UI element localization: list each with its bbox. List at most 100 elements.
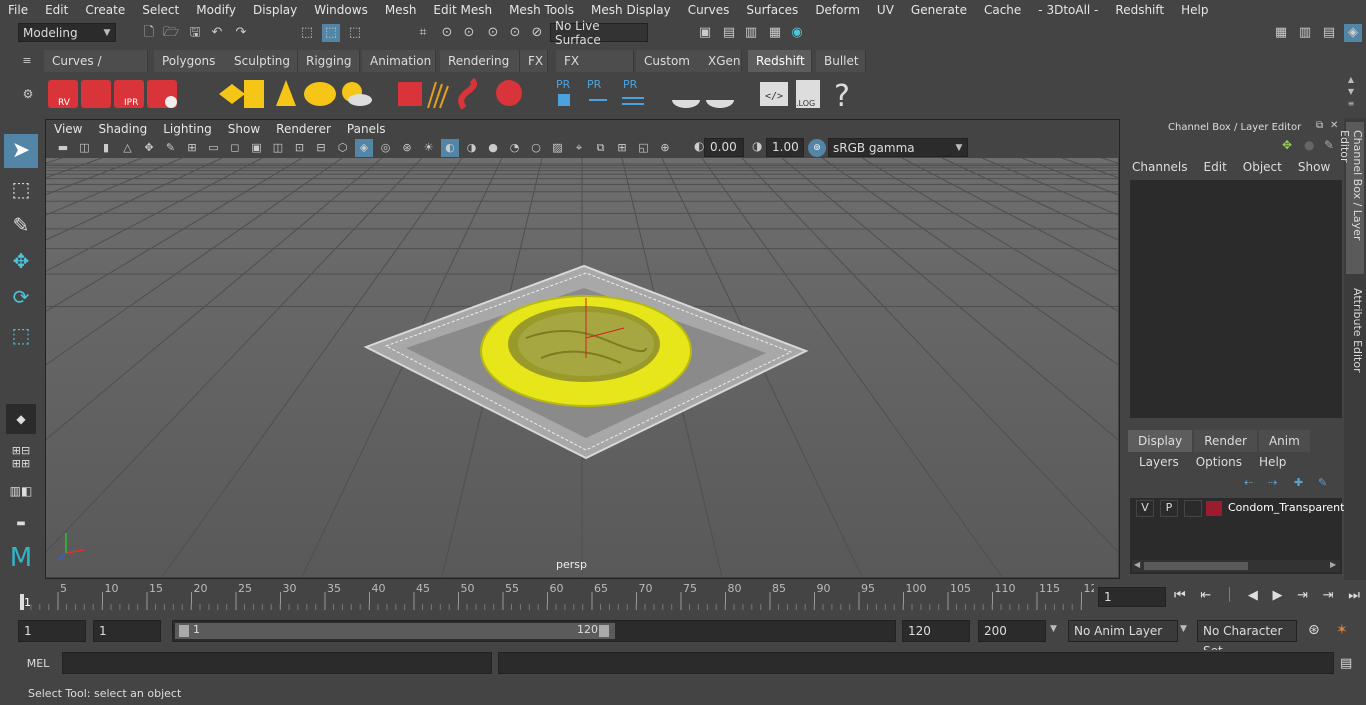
snap-view-icon[interactable]: ⊙ — [484, 24, 502, 42]
bake2-icon[interactable] — [706, 100, 734, 108]
wireframe-icon[interactable]: ⬡ — [334, 139, 352, 157]
shelf-scroll-icon[interactable]: ▲ ▼ ≡ — [1344, 74, 1358, 114]
resolution-gate-icon[interactable]: ◻ — [226, 139, 244, 157]
render-ipr-icon[interactable]: IPR — [114, 80, 144, 108]
menu-edit[interactable]: Edit — [37, 3, 77, 17]
isolate-select-icon[interactable]: ⌖ — [570, 139, 588, 157]
shelf-menu-icon[interactable]: ≡ — [18, 52, 36, 70]
menu-surfaces[interactable]: Surfaces — [738, 3, 807, 17]
menu-select[interactable]: Select — [134, 3, 188, 17]
channel-list[interactable] — [1130, 180, 1342, 418]
render-settings-icon[interactable]: ▦ — [766, 24, 784, 42]
mel-label[interactable]: MEL — [18, 654, 58, 674]
menu-generate[interactable]: Generate — [903, 3, 976, 17]
step-forward-key-icon[interactable]: ⇥ — [1297, 588, 1308, 608]
shelf-tab-rendering[interactable]: Rendering — [440, 50, 520, 72]
viewport-menu-view[interactable]: View — [46, 122, 90, 136]
time-slider[interactable]: 5 10 15 20 25 30 35 40 45 50 55 60 65 70 75 80 85 90 95 100… — [0, 580, 1366, 616]
menu-mesh[interactable]: Mesh — [377, 3, 426, 17]
3d-viewport[interactable]: persp — [0, 157, 1366, 578]
light-spot-icon[interactable] — [276, 80, 296, 106]
save-scene-icon[interactable]: 🖫 — [186, 24, 204, 42]
layer-color-swatch[interactable] — [1206, 501, 1222, 516]
anim-layer-field[interactable]: No Anim Layer — [1068, 620, 1178, 642]
depth-of-field-icon[interactable]: ▨ — [549, 139, 567, 157]
light-area-icon[interactable] — [244, 80, 264, 108]
motion-blur-icon[interactable]: ◔ — [506, 139, 524, 157]
pr-export-icon[interactable]: PR — [587, 78, 607, 101]
sphere-icon[interactable] — [496, 80, 522, 106]
camera-icon[interactable]: ▬ — [54, 139, 72, 157]
layer-scrollbar[interactable]: ◀ ▶ — [1132, 560, 1340, 572]
safe-action-icon[interactable]: ⊡ — [291, 139, 309, 157]
menu-edit-mesh[interactable]: Edit Mesh — [425, 3, 501, 17]
proxy-icon[interactable] — [398, 82, 422, 106]
playback-start-field[interactable]: 1 — [93, 620, 161, 642]
shelf-tab-fx-caching[interactable]: FX Caching — [556, 50, 634, 90]
menu-deform[interactable]: Deform — [807, 3, 869, 17]
shelf-tab-rigging[interactable]: Rigging — [298, 50, 360, 72]
select-hierarchy-icon[interactable]: ⬚ — [298, 24, 316, 42]
backface-icon[interactable]: ◱ — [635, 139, 653, 157]
paint-select-icon[interactable]: ✎ — [4, 208, 38, 242]
anim-prefs-icon[interactable]: ✶ — [1336, 622, 1348, 638]
smooth-shade-icon[interactable]: ◈ — [355, 139, 373, 157]
live-icon[interactable]: ⊘ — [528, 24, 546, 42]
menu-curves[interactable]: Curves — [680, 3, 739, 17]
snap-grid-icon[interactable]: ⌗ — [414, 24, 432, 42]
layer-tab-display[interactable]: Display — [1128, 430, 1193, 452]
render-view-icon[interactable]: ▣ — [696, 24, 714, 42]
shelf-tab-curves-surfaces[interactable]: Curves / Surfaces — [44, 50, 148, 90]
shelf-tab-bullet[interactable]: Bullet — [816, 50, 866, 72]
transform-icon[interactable]: ✥ — [1282, 138, 1292, 152]
channel-menu-edit[interactable]: Edit — [1204, 160, 1227, 176]
snap-surface-icon[interactable]: ⊙ — [506, 24, 524, 42]
gate-mask-icon[interactable]: ▣ — [248, 139, 266, 157]
select-object-icon[interactable]: ⬚ — [322, 24, 340, 42]
mel-input[interactable] — [62, 652, 492, 674]
gamma-icon[interactable]: ◑ — [752, 139, 762, 153]
color-management-icon[interactable]: ⊚ — [808, 139, 826, 157]
layer-menu-options[interactable]: Options — [1196, 455, 1242, 469]
shelf-tab-xgen[interactable]: XGen — [700, 50, 742, 72]
circle-icon[interactable]: ● — [1304, 138, 1314, 152]
safe-title-icon[interactable]: ⊟ — [312, 139, 330, 157]
workspace-icon[interactable]: ▦ — [1272, 24, 1290, 42]
shelf-tab-sculpting[interactable]: Sculpting — [226, 50, 298, 72]
menu-modify[interactable]: Modify — [188, 3, 245, 17]
persp-graph-icon[interactable]: ▥◧ — [6, 484, 36, 510]
shelf-tab-polygons[interactable]: Polygons — [154, 50, 228, 72]
viewport-menu-panels[interactable]: Panels — [339, 122, 394, 136]
menu-mesh-display[interactable]: Mesh Display — [583, 3, 680, 17]
new-layer-icon[interactable]: ✚ — [1294, 476, 1303, 489]
step-back-frame-icon[interactable]: ⏐ — [1226, 588, 1233, 608]
menu-create[interactable]: Create — [77, 3, 134, 17]
undo-icon[interactable]: ↶ — [208, 24, 226, 42]
menu-help[interactable]: Help — [1173, 3, 1217, 17]
sun-sky-icon[interactable] — [342, 82, 372, 106]
float-icon[interactable]: ⧉ — [1316, 120, 1323, 131]
film-gate-icon[interactable]: ▭ — [205, 139, 223, 157]
playback-end-field[interactable]: 120 — [902, 620, 970, 642]
ambient-occlusion-icon[interactable]: ● — [484, 139, 502, 157]
script-icon[interactable]: </> — [760, 82, 788, 106]
menu-uv[interactable]: UV — [869, 3, 903, 17]
shelf-tab-fx[interactable]: FX — [520, 50, 548, 72]
script-editor-icon[interactable]: ▤ — [1340, 656, 1352, 671]
viewport-menu-renderer[interactable]: Renderer — [268, 122, 339, 136]
open-scene-icon[interactable]: 🗁 — [162, 24, 180, 42]
field-chart-icon[interactable]: ◫ — [269, 139, 287, 157]
grid-icon[interactable]: ⊞ — [183, 139, 201, 157]
live-surface-field[interactable]: No Live Surface — [550, 19, 648, 47]
shelf-settings-icon[interactable]: ⚙ — [18, 84, 38, 104]
menu-mesh-tools[interactable]: Mesh Tools — [501, 3, 583, 17]
chevron-down-icon[interactable]: ▼ — [1180, 624, 1187, 634]
layer-tab-anim[interactable]: Anim — [1258, 430, 1310, 452]
light-dome-icon[interactable] — [304, 82, 336, 106]
select-component-icon[interactable]: ⬚ — [346, 24, 364, 42]
move-layer-up-icon[interactable]: ⇠ — [1244, 476, 1253, 489]
move-layer-down-icon[interactable]: ⇢ — [1268, 476, 1277, 489]
channel-menu-show[interactable]: Show — [1298, 160, 1330, 176]
shelf-tab-animation[interactable]: Animation — [362, 50, 436, 72]
channel-box-sidetab[interactable]: Channel Box / Layer Editor — [1338, 122, 1364, 274]
